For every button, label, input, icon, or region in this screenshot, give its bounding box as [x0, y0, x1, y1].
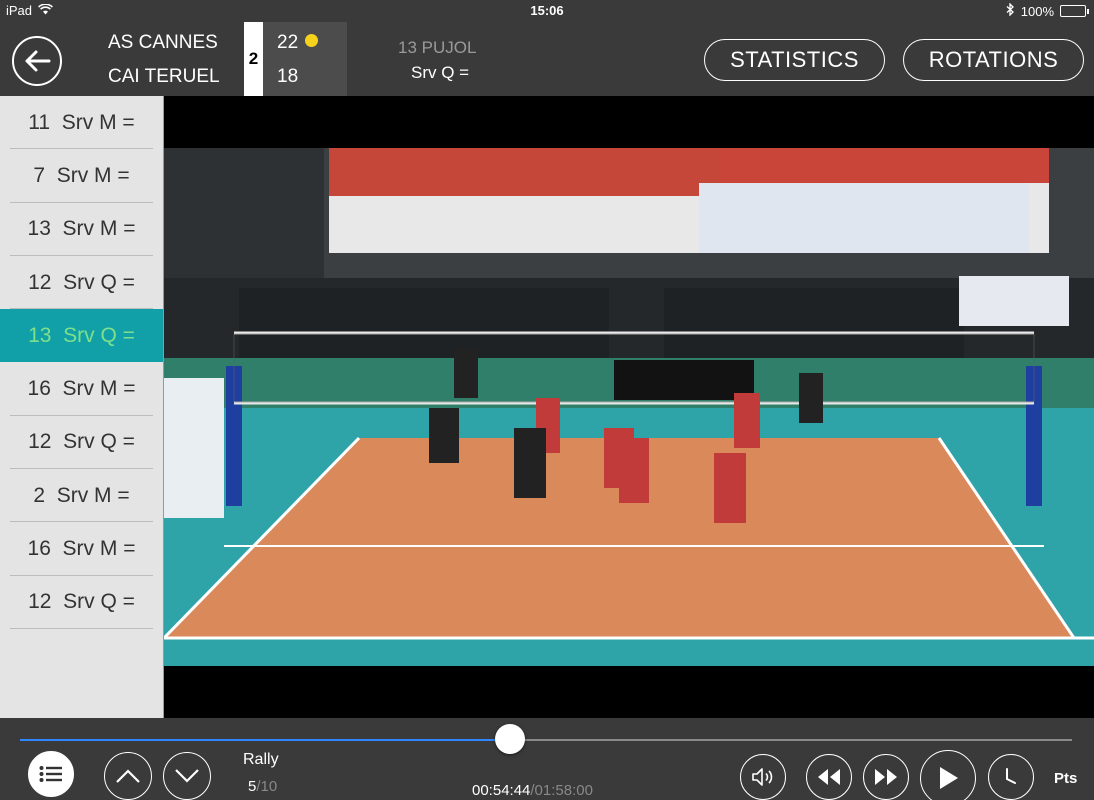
set-number: 2 [244, 22, 263, 96]
action-list-item[interactable]: 12 Srv Q = [0, 256, 163, 310]
action-list[interactable]: 11 Srv M = 7 Srv M = 13 Srv M = 12 Srv Q = 1… [0, 96, 164, 718]
action-list-item[interactable]: 13 Srv Q = [0, 309, 163, 363]
current-player: 13 PUJOL [398, 38, 477, 57]
away-team-name: CAI TERUEL [108, 66, 220, 87]
battery-percent: 100% [1020, 3, 1054, 19]
bluetooth-icon [1006, 2, 1015, 19]
match-header: AS CANNES CAI TERUEL 2 22 18 13 PUJOL Sr… [0, 22, 1094, 96]
video-frame[interactable] [164, 148, 1094, 666]
progress-track[interactable] [20, 739, 1072, 741]
progress-knob[interactable] [495, 724, 526, 754]
action-list-item[interactable]: 12 Srv Q = [0, 576, 163, 630]
home-team-name: AS CANNES [108, 32, 218, 53]
fast-forward-icon [875, 769, 897, 785]
playback-controls: Rally 5/10 00:54:44/01:58:00 Pts [0, 718, 1094, 800]
volume-button[interactable] [740, 754, 786, 800]
action-list-item[interactable]: 16 Srv M = [0, 522, 163, 576]
rally-label: Rally [243, 751, 279, 768]
status-bar: iPad 15:06 100% [0, 0, 1094, 22]
play-button[interactable] [920, 750, 976, 800]
total-duration: /01:58:00 [530, 782, 593, 799]
volleyball-court-image [164, 148, 1094, 666]
current-action: Srv Q = [411, 63, 470, 82]
video-player[interactable] [164, 96, 1094, 718]
home-team-score: 22 [277, 32, 299, 53]
action-list-item[interactable]: 7 Srv M = [0, 149, 163, 203]
fast-forward-button[interactable] [863, 754, 909, 800]
elapsed-time: 00:54:44 [472, 782, 531, 799]
list-button[interactable] [28, 751, 74, 797]
battery-icon [1060, 5, 1089, 17]
serve-indicator-icon [305, 34, 318, 47]
action-list-item[interactable]: 11 Srv M = [0, 96, 163, 150]
rewind-icon [818, 769, 840, 785]
clock: 15:06 [530, 3, 564, 18]
rally-counter: 5/10 [248, 778, 277, 795]
chevron-up-icon [116, 769, 140, 783]
score-panel [263, 22, 347, 96]
arrow-left-icon [25, 50, 51, 72]
rotations-button[interactable]: ROTATIONS [903, 39, 1084, 81]
rally-total: /10 [256, 778, 278, 795]
action-list-item[interactable]: 12 Srv Q = [0, 416, 163, 470]
action-list-item[interactable]: 2 Srv M = [0, 469, 163, 523]
progress-played [20, 739, 511, 741]
away-team-score: 18 [277, 66, 299, 87]
previous-rally-button[interactable] [104, 752, 152, 800]
back-button[interactable] [12, 36, 62, 86]
rewind-button[interactable] [806, 754, 852, 800]
statistics-button[interactable]: STATISTICS [704, 39, 885, 81]
next-rally-button[interactable] [163, 752, 211, 800]
action-list-item[interactable]: 16 Srv M = [0, 362, 163, 417]
points-button[interactable]: Pts [1054, 770, 1077, 787]
list-icon [39, 766, 62, 782]
playback-time: 00:54:44/01:58:00 [472, 782, 593, 799]
clock-icon [1006, 768, 1016, 784]
time-button[interactable] [988, 754, 1034, 800]
chevron-down-icon [175, 769, 199, 783]
play-icon [940, 767, 958, 789]
action-list-item[interactable]: 13 Srv M = [0, 203, 163, 257]
speaker-icon [752, 768, 773, 786]
